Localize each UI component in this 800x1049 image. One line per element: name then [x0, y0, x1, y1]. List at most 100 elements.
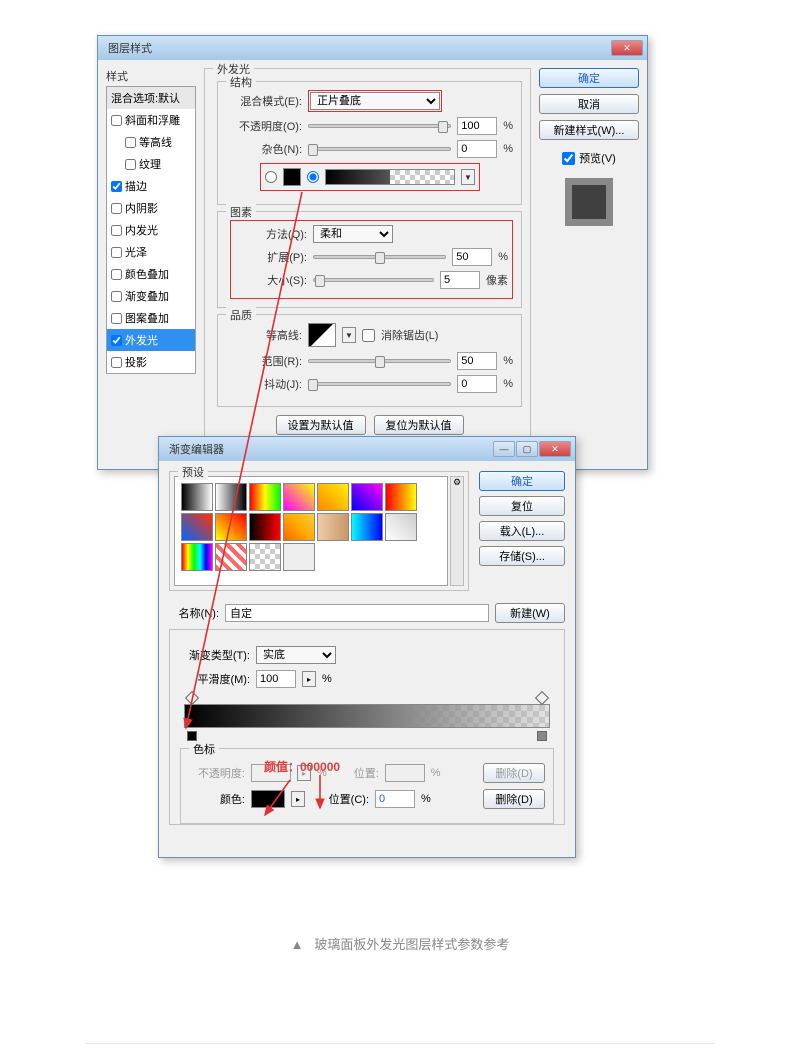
blend-mode-select[interactable]: 正片叠底: [310, 92, 440, 110]
preset-swatch-8[interactable]: [215, 513, 247, 541]
ge-color-swatch[interactable]: [251, 790, 285, 808]
preset-swatch-13[interactable]: [385, 513, 417, 541]
gradient-dropdown[interactable]: ▼: [461, 169, 475, 185]
range-slider[interactable]: [308, 359, 451, 363]
range-input[interactable]: [457, 352, 497, 370]
ge-save-button[interactable]: 存储(S)...: [479, 546, 565, 566]
preset-swatch-2[interactable]: [249, 483, 281, 511]
ge-reset-button[interactable]: 复位: [479, 496, 565, 516]
preset-swatch-0[interactable]: [181, 483, 213, 511]
spread-input[interactable]: [452, 248, 492, 266]
ge-type-select[interactable]: 实底: [256, 646, 336, 664]
style-checkbox[interactable]: [111, 225, 122, 236]
contour-swatch[interactable]: [308, 323, 336, 347]
ge-new-button[interactable]: 新建(W): [495, 603, 565, 623]
preset-swatch-9[interactable]: [249, 513, 281, 541]
set-default-button[interactable]: 设置为默认值: [276, 415, 366, 435]
gradient-bar[interactable]: [184, 704, 550, 728]
noise-slider[interactable]: [308, 147, 451, 151]
noise-label: 杂色(N):: [230, 141, 302, 157]
style-item-6[interactable]: 内发光: [107, 219, 195, 241]
close-button[interactable]: ✕: [611, 40, 643, 56]
style-item-2[interactable]: 等高线: [107, 131, 195, 153]
preset-swatch-12[interactable]: [351, 513, 383, 541]
ge-smooth-dropdown[interactable]: ▸: [302, 671, 316, 687]
ge-color-label: 颜色:: [189, 791, 245, 807]
color-swatch[interactable]: [283, 168, 301, 186]
titlebar[interactable]: 图层样式 ✕: [98, 36, 647, 60]
gradient-preview[interactable]: [325, 169, 455, 185]
ge-maximize-button[interactable]: ▢: [516, 441, 538, 457]
jitter-slider[interactable]: [308, 382, 451, 386]
ok-button[interactable]: 确定: [539, 68, 639, 88]
style-item-10[interactable]: 图案叠加: [107, 307, 195, 329]
preset-swatch-16[interactable]: [249, 543, 281, 571]
gradient-radio[interactable]: [307, 171, 319, 183]
color-stop-right[interactable]: [537, 731, 547, 741]
ge-load-button[interactable]: 载入(L)...: [479, 521, 565, 541]
preset-swatch-14[interactable]: [181, 543, 213, 571]
style-checkbox[interactable]: [111, 247, 122, 258]
style-item-3[interactable]: 纹理: [107, 153, 195, 175]
style-item-8[interactable]: 颜色叠加: [107, 263, 195, 285]
ge-color-dropdown[interactable]: ▸: [291, 791, 305, 807]
opacity-stop-left[interactable]: [185, 691, 199, 705]
preset-swatch-17[interactable]: [283, 543, 315, 571]
style-checkbox[interactable]: [125, 159, 136, 170]
style-item-12[interactable]: 投影: [107, 351, 195, 373]
preset-swatch-15[interactable]: [215, 543, 247, 571]
preview-checkbox[interactable]: [562, 152, 575, 165]
new-style-button[interactable]: 新建样式(W)...: [539, 120, 639, 140]
ge-ok-button[interactable]: 确定: [479, 471, 565, 491]
ge-titlebar[interactable]: 渐变编辑器 — ▢ ✕: [159, 437, 575, 461]
style-item-9[interactable]: 渐变叠加: [107, 285, 195, 307]
preset-swatch-5[interactable]: [351, 483, 383, 511]
style-item-5[interactable]: 内阴影: [107, 197, 195, 219]
opacity-input[interactable]: [457, 117, 497, 135]
preset-swatch-11[interactable]: [317, 513, 349, 541]
style-checkbox[interactable]: [111, 357, 122, 368]
ge-pos2-input[interactable]: [375, 790, 415, 808]
ge-smooth-input[interactable]: [256, 670, 296, 688]
style-checkbox[interactable]: [111, 203, 122, 214]
ge-delete2-button[interactable]: 删除(D): [483, 789, 545, 809]
style-checkbox[interactable]: [111, 181, 122, 192]
noise-input[interactable]: [457, 140, 497, 158]
preset-swatch-1[interactable]: [215, 483, 247, 511]
color-stop-left[interactable]: [187, 731, 197, 741]
preset-menu-button[interactable]: ⚙: [450, 476, 464, 586]
style-item-11[interactable]: 外发光: [107, 329, 195, 351]
style-item-1[interactable]: 斜面和浮雕: [107, 109, 195, 131]
dialog-title: 图层样式: [102, 40, 152, 56]
spread-slider[interactable]: [313, 255, 446, 259]
preset-swatch-10[interactable]: [283, 513, 315, 541]
style-checkbox[interactable]: [111, 115, 122, 126]
style-item-4[interactable]: 描边: [107, 175, 195, 197]
ge-name-input[interactable]: [225, 604, 489, 622]
style-checkbox[interactable]: [111, 335, 122, 346]
preset-swatch-4[interactable]: [317, 483, 349, 511]
color-radio[interactable]: [265, 171, 277, 183]
preset-swatch-6[interactable]: [385, 483, 417, 511]
style-checkbox[interactable]: [125, 137, 136, 148]
stops-group: 色标 不透明度: ▸ % 位置: % 删除(D) 颜色: ▸ 位置(C):: [180, 748, 554, 824]
size-slider[interactable]: [313, 278, 434, 282]
reset-default-button[interactable]: 复位为默认值: [374, 415, 464, 435]
style-checkbox[interactable]: [111, 291, 122, 302]
preset-swatch-7[interactable]: [181, 513, 213, 541]
jitter-input[interactable]: [457, 375, 497, 393]
ge-close-button[interactable]: ✕: [539, 441, 571, 457]
opacity-stop-right[interactable]: [535, 691, 549, 705]
cancel-button[interactable]: 取消: [539, 94, 639, 114]
style-item-0[interactable]: 混合选项:默认: [107, 87, 195, 109]
ge-minimize-button[interactable]: —: [493, 441, 515, 457]
style-item-7[interactable]: 光泽: [107, 241, 195, 263]
contour-dropdown[interactable]: ▼: [342, 327, 356, 343]
preset-swatch-3[interactable]: [283, 483, 315, 511]
antialias-checkbox[interactable]: [362, 329, 375, 342]
size-input[interactable]: [440, 271, 480, 289]
opacity-slider[interactable]: [308, 124, 451, 128]
style-checkbox[interactable]: [111, 313, 122, 324]
method-select[interactable]: 柔和: [313, 225, 393, 243]
style-checkbox[interactable]: [111, 269, 122, 280]
